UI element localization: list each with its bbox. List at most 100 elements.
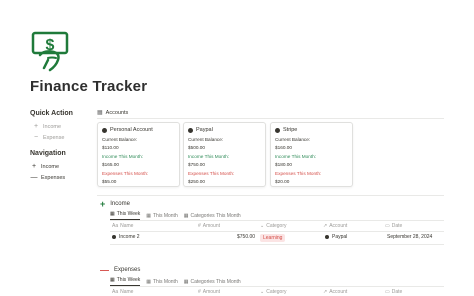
text-icon: Aa	[112, 289, 119, 295]
account-name: Paypal	[188, 127, 213, 133]
tab-label: This Month	[153, 278, 178, 285]
income-section-heading[interactable]: + Income	[100, 199, 130, 209]
income-month-label: Income This Month:	[188, 154, 230, 159]
tab-income-categories[interactable]: ▦ Categories This Month	[184, 211, 241, 220]
page-title: Finance Tracker	[30, 78, 148, 95]
account-card-paypal[interactable]: Paypal Current Balance: $500.00 Income T…	[183, 122, 266, 187]
account-name-text: Paypal	[196, 127, 213, 133]
current-balance-value: $110.00	[102, 145, 119, 150]
text-icon: Aa	[112, 223, 119, 229]
minus-icon: −	[33, 134, 39, 141]
quick-action-heading: Quick Action	[30, 110, 73, 117]
column-header-date[interactable]: ▭ Date	[385, 289, 402, 295]
plus-icon: +	[33, 123, 39, 130]
tab-expenses-categories[interactable]: ▦ Categories This Month	[184, 277, 241, 286]
nav-item-income-label: Income	[41, 163, 60, 170]
column-label: Name	[120, 223, 134, 229]
minus-icon: —	[30, 174, 38, 181]
column-header-date[interactable]: ▭ Date	[385, 223, 402, 229]
tab-accounts[interactable]: ▦ Accounts	[97, 109, 129, 117]
cell-date[interactable]: September 28, 2024	[387, 234, 432, 240]
divider	[97, 195, 444, 196]
expenses-month-value: $250.00	[188, 179, 205, 184]
nav-item-expenses[interactable]: — Expenses	[30, 172, 92, 183]
column-label: Amount	[202, 289, 221, 295]
column-label: Amount	[202, 223, 221, 229]
cell-amount[interactable]: $750.00	[237, 234, 255, 240]
divider	[97, 118, 444, 119]
navigation-heading: Navigation	[30, 150, 66, 157]
account-icon	[188, 127, 193, 133]
divider	[110, 231, 444, 232]
income-month-value: $165.00	[102, 162, 119, 167]
calendar-icon: ▭	[385, 289, 390, 295]
table-icon: ▦	[110, 277, 115, 283]
expenses-month-label: Expenses This Month:	[188, 171, 235, 176]
column-header-amount[interactable]: # Amount	[198, 223, 220, 229]
cell-category[interactable]: Learning	[260, 234, 286, 242]
plus-icon: +	[100, 199, 106, 209]
current-balance-label: Current Balance:	[188, 137, 224, 142]
expenses-month-label: Expenses This Month:	[275, 171, 322, 176]
tab-income-this-week[interactable]: ▦ This Week	[110, 211, 141, 220]
relation-icon: ↗	[323, 223, 328, 229]
relation-icon: ↗	[323, 289, 328, 295]
quick-action-expense[interactable]: − Expense	[32, 132, 92, 143]
cell-account[interactable]: Paypal	[325, 234, 347, 240]
tab-expenses-this-month[interactable]: ▦ This Month	[146, 277, 177, 286]
account-card-personal[interactable]: Personal Account Current Balance: $110.0…	[97, 122, 180, 187]
table-icon: ▦	[183, 212, 189, 219]
account-card-stripe[interactable]: Stripe Current Balance: $160.00 Income T…	[270, 122, 353, 187]
current-balance-label: Current Balance:	[102, 137, 138, 142]
account-name-text: Personal Account	[110, 127, 153, 133]
select-icon: ⌄	[260, 223, 265, 229]
quick-action-expense-label: Expense	[43, 134, 65, 141]
tab-income-this-month[interactable]: ▦ This Month	[146, 211, 177, 220]
income-month-value: $750.00	[188, 162, 205, 167]
column-label: Account	[329, 223, 348, 229]
expenses-heading-text: Expenses	[114, 267, 141, 273]
tab-label: This Week	[116, 277, 141, 283]
quick-action-income[interactable]: + Income	[32, 121, 92, 132]
account-name-text: Stripe	[283, 127, 298, 133]
column-header-name[interactable]: Aa Name	[112, 223, 133, 229]
account-icon	[275, 127, 280, 133]
expenses-section-heading[interactable]: — Expenses	[100, 265, 140, 275]
current-balance-label: Current Balance:	[275, 137, 311, 142]
column-label: Date	[391, 223, 403, 229]
nav-item-expenses-label: Expenses	[41, 174, 66, 181]
money-hand-icon: $	[31, 31, 69, 72]
expenses-view-tabs: ▦ This Week ▦ This Month ▦ Categories This …	[110, 277, 247, 286]
account-icon	[325, 235, 329, 239]
calendar-icon: ▭	[385, 223, 390, 229]
divider	[110, 220, 444, 221]
divider	[110, 286, 444, 287]
nav-item-income[interactable]: + Income	[30, 161, 92, 172]
account-icon	[102, 127, 107, 133]
column-header-account[interactable]: ↗ Account	[323, 289, 347, 295]
hash-icon: #	[198, 289, 201, 295]
cell-name[interactable]: Income 2	[112, 234, 140, 240]
plus-icon: +	[31, 163, 37, 170]
column-header-amount[interactable]: # Amount	[198, 289, 220, 295]
tab-label: This Month	[153, 212, 178, 219]
table-icon: ▦	[183, 278, 189, 285]
expenses-month-label: Expenses This Month:	[102, 171, 149, 176]
tab-label: Categories This Month	[190, 212, 241, 219]
accounts-tab-label: Accounts	[105, 109, 129, 116]
hash-icon: #	[198, 223, 201, 229]
column-label: Category	[266, 289, 287, 295]
table-row[interactable]: Income 2 $750.00 Learning Paypal Septemb…	[110, 234, 444, 242]
tab-expenses-this-week[interactable]: ▦ This Week	[110, 277, 141, 286]
column-header-category[interactable]: ⌄ Category	[260, 289, 287, 295]
income-view-tabs: ▦ This Week ▦ This Month ▦ Categories This …	[110, 211, 247, 220]
cell-name-text: Income 2	[119, 234, 140, 240]
income-month-label: Income This Month:	[275, 154, 317, 159]
column-header-name[interactable]: Aa Name	[112, 289, 133, 295]
minus-icon: —	[100, 265, 109, 275]
income-heading-text: Income	[110, 201, 130, 207]
column-label: Date	[391, 289, 403, 295]
column-header-account[interactable]: ↗ Account	[323, 223, 347, 229]
column-header-category[interactable]: ⌄ Category	[260, 223, 287, 229]
column-label: Category	[266, 223, 287, 229]
